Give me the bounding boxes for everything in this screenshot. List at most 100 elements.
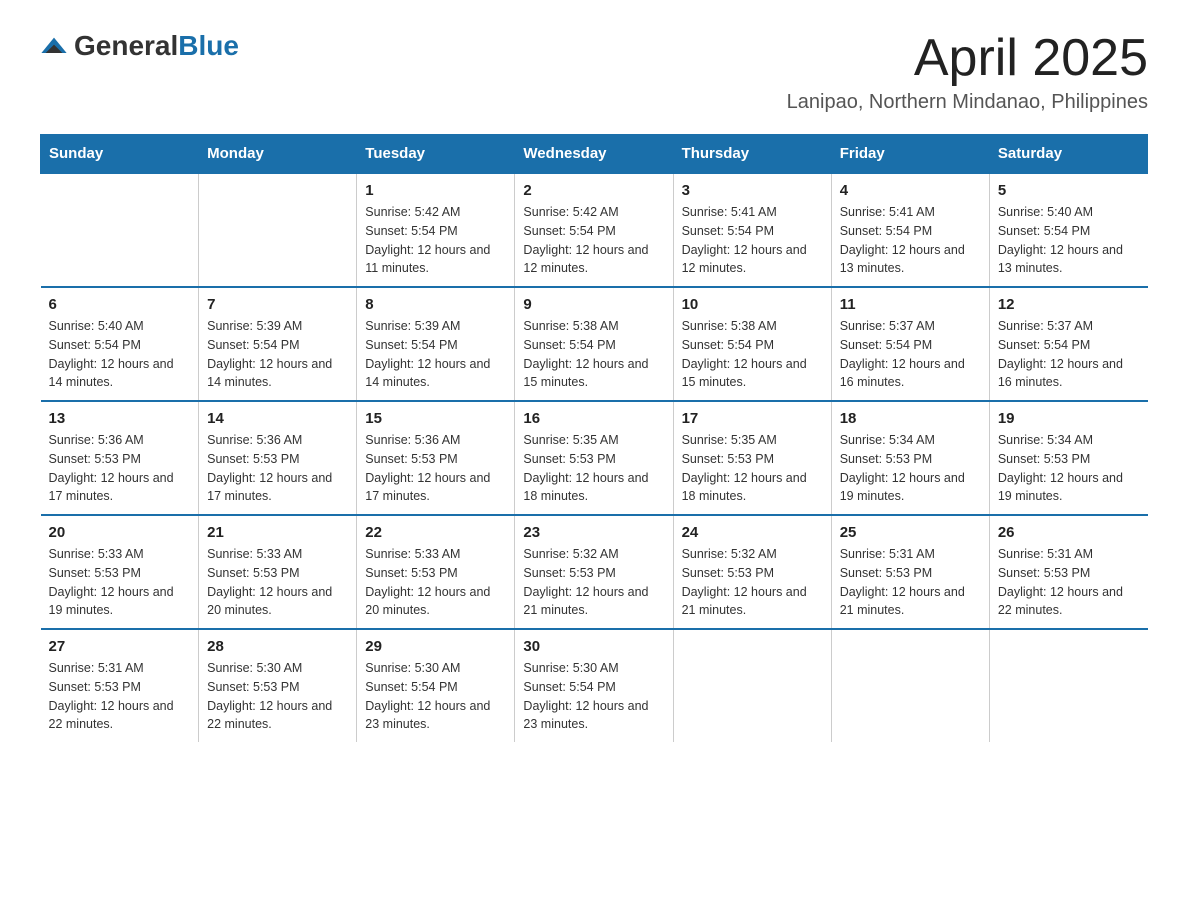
- weekday-header-thursday: Thursday: [673, 135, 831, 174]
- day-info: Sunrise: 5:36 AMSunset: 5:53 PMDaylight:…: [207, 431, 348, 506]
- day-info: Sunrise: 5:31 AMSunset: 5:53 PMDaylight:…: [49, 659, 191, 734]
- day-cell-1: 1 Sunrise: 5:42 AMSunset: 5:54 PMDaylight…: [357, 173, 515, 287]
- day-number: 4: [840, 182, 981, 199]
- page-header: GeneralBlue April 2025 Lanipao, Northern…: [40, 30, 1148, 114]
- day-number: 6: [49, 296, 191, 313]
- week-row-2: 6 Sunrise: 5:40 AMSunset: 5:54 PMDaylight…: [41, 287, 1148, 401]
- day-info: Sunrise: 5:42 AMSunset: 5:54 PMDaylight:…: [523, 203, 664, 278]
- day-number: 1: [365, 182, 506, 199]
- day-number: 16: [523, 410, 664, 427]
- week-row-3: 13 Sunrise: 5:36 AMSunset: 5:53 PMDayligh…: [41, 401, 1148, 515]
- day-number: 19: [998, 410, 1140, 427]
- day-number: 3: [682, 182, 823, 199]
- day-cell-11: 11Sunrise: 5:37 AMSunset: 5:54 PMDayligh…: [831, 287, 989, 401]
- weekday-header-tuesday: Tuesday: [357, 135, 515, 174]
- day-number: 26: [998, 524, 1140, 541]
- day-number: 5: [998, 182, 1140, 199]
- day-info: Sunrise: 5:36 AMSunset: 5:53 PMDaylight:…: [49, 431, 191, 506]
- day-cell-24: 24Sunrise: 5:32 AMSunset: 5:53 PMDayligh…: [673, 515, 831, 629]
- day-info: Sunrise: 5:39 AMSunset: 5:54 PMDaylight:…: [207, 317, 348, 392]
- day-number: 28: [207, 638, 348, 655]
- weekday-header-wednesday: Wednesday: [515, 135, 673, 174]
- day-cell-29: 29 Sunrise: 5:30 AMSunset: 5:54 PMDayligh…: [357, 629, 515, 742]
- day-info: Sunrise: 5:33 AMSunset: 5:53 PMDaylight:…: [49, 545, 191, 620]
- day-number: 30: [523, 638, 664, 655]
- day-number: 27: [49, 638, 191, 655]
- empty-cell: [673, 629, 831, 742]
- day-info: Sunrise: 5:35 AMSunset: 5:53 PMDaylight:…: [523, 431, 664, 506]
- empty-cell: [989, 629, 1147, 742]
- day-cell-15: 15 Sunrise: 5:36 AMSunset: 5:53 PMDayligh…: [357, 401, 515, 515]
- day-number: 13: [49, 410, 191, 427]
- day-info: Sunrise: 5:34 AMSunset: 5:53 PMDaylight:…: [840, 431, 981, 506]
- day-cell-14: 14 Sunrise: 5:36 AMSunset: 5:53 PMDayligh…: [199, 401, 357, 515]
- weekday-header-saturday: Saturday: [989, 135, 1147, 174]
- day-number: 2: [523, 182, 664, 199]
- day-number: 20: [49, 524, 191, 541]
- day-number: 29: [365, 638, 506, 655]
- day-number: 25: [840, 524, 981, 541]
- logo-icon: [40, 32, 68, 60]
- day-info: Sunrise: 5:34 AMSunset: 5:53 PMDaylight:…: [998, 431, 1140, 506]
- day-cell-3: 3 Sunrise: 5:41 AMSunset: 5:54 PMDaylight…: [673, 173, 831, 287]
- day-cell-17: 17Sunrise: 5:35 AMSunset: 5:53 PMDayligh…: [673, 401, 831, 515]
- logo-text: GeneralBlue: [74, 30, 239, 62]
- day-info: Sunrise: 5:41 AMSunset: 5:54 PMDaylight:…: [682, 203, 823, 278]
- location-title: Lanipao, Northern Mindanao, Philippines: [787, 91, 1148, 114]
- day-number: 14: [207, 410, 348, 427]
- day-cell-18: 18 Sunrise: 5:34 AMSunset: 5:53 PMDayligh…: [831, 401, 989, 515]
- day-info: Sunrise: 5:30 AMSunset: 5:54 PMDaylight:…: [365, 659, 506, 734]
- week-row-4: 20 Sunrise: 5:33 AMSunset: 5:53 PMDayligh…: [41, 515, 1148, 629]
- day-number: 21: [207, 524, 348, 541]
- day-cell-13: 13 Sunrise: 5:36 AMSunset: 5:53 PMDayligh…: [41, 401, 199, 515]
- day-info: Sunrise: 5:31 AMSunset: 5:53 PMDaylight:…: [998, 545, 1140, 620]
- day-info: Sunrise: 5:32 AMSunset: 5:53 PMDaylight:…: [682, 545, 823, 620]
- day-cell-22: 22 Sunrise: 5:33 AMSunset: 5:53 PMDayligh…: [357, 515, 515, 629]
- day-cell-16: 16 Sunrise: 5:35 AMSunset: 5:53 PMDayligh…: [515, 401, 673, 515]
- empty-cell: [831, 629, 989, 742]
- day-number: 7: [207, 296, 348, 313]
- day-number: 23: [523, 524, 664, 541]
- week-row-5: 27 Sunrise: 5:31 AMSunset: 5:53 PMDayligh…: [41, 629, 1148, 742]
- day-number: 18: [840, 410, 981, 427]
- day-cell-4: 4Sunrise: 5:41 AMSunset: 5:54 PMDaylight…: [831, 173, 989, 287]
- day-cell-5: 5Sunrise: 5:40 AMSunset: 5:54 PMDaylight…: [989, 173, 1147, 287]
- day-info: Sunrise: 5:37 AMSunset: 5:54 PMDaylight:…: [998, 317, 1140, 392]
- day-info: Sunrise: 5:35 AMSunset: 5:53 PMDaylight:…: [682, 431, 823, 506]
- logo-general: General: [74, 30, 178, 61]
- day-info: Sunrise: 5:36 AMSunset: 5:53 PMDaylight:…: [365, 431, 506, 506]
- day-number: 12: [998, 296, 1140, 313]
- weekday-header-sunday: Sunday: [41, 135, 199, 174]
- day-cell-7: 7 Sunrise: 5:39 AMSunset: 5:54 PMDaylight…: [199, 287, 357, 401]
- day-cell-2: 2 Sunrise: 5:42 AMSunset: 5:54 PMDaylight…: [515, 173, 673, 287]
- day-number: 9: [523, 296, 664, 313]
- day-info: Sunrise: 5:33 AMSunset: 5:53 PMDaylight:…: [365, 545, 506, 620]
- day-info: Sunrise: 5:31 AMSunset: 5:53 PMDaylight:…: [840, 545, 981, 620]
- day-cell-25: 25 Sunrise: 5:31 AMSunset: 5:53 PMDayligh…: [831, 515, 989, 629]
- day-info: Sunrise: 5:30 AMSunset: 5:53 PMDaylight:…: [207, 659, 348, 734]
- day-info: Sunrise: 5:42 AMSunset: 5:54 PMDaylight:…: [365, 203, 506, 278]
- day-info: Sunrise: 5:40 AMSunset: 5:54 PMDaylight:…: [49, 317, 191, 392]
- weekday-header-friday: Friday: [831, 135, 989, 174]
- title-block: April 2025 Lanipao, Northern Mindanao, P…: [787, 30, 1148, 114]
- weekday-header-row: SundayMondayTuesdayWednesdayThursdayFrid…: [41, 135, 1148, 174]
- logo-blue: Blue: [178, 30, 239, 61]
- day-cell-27: 27 Sunrise: 5:31 AMSunset: 5:53 PMDayligh…: [41, 629, 199, 742]
- day-cell-9: 9 Sunrise: 5:38 AMSunset: 5:54 PMDaylight…: [515, 287, 673, 401]
- day-cell-6: 6 Sunrise: 5:40 AMSunset: 5:54 PMDaylight…: [41, 287, 199, 401]
- day-cell-19: 19 Sunrise: 5:34 AMSunset: 5:53 PMDayligh…: [989, 401, 1147, 515]
- day-cell-21: 21 Sunrise: 5:33 AMSunset: 5:53 PMDayligh…: [199, 515, 357, 629]
- day-info: Sunrise: 5:39 AMSunset: 5:54 PMDaylight:…: [365, 317, 506, 392]
- day-info: Sunrise: 5:33 AMSunset: 5:53 PMDaylight:…: [207, 545, 348, 620]
- logo: GeneralBlue: [40, 30, 239, 62]
- day-number: 8: [365, 296, 506, 313]
- day-number: 15: [365, 410, 506, 427]
- empty-cell: [41, 173, 199, 287]
- day-number: 10: [682, 296, 823, 313]
- day-info: Sunrise: 5:38 AMSunset: 5:54 PMDaylight:…: [523, 317, 664, 392]
- day-info: Sunrise: 5:30 AMSunset: 5:54 PMDaylight:…: [523, 659, 664, 734]
- day-number: 11: [840, 296, 981, 313]
- month-title: April 2025: [787, 30, 1148, 87]
- day-number: 22: [365, 524, 506, 541]
- weekday-header-monday: Monday: [199, 135, 357, 174]
